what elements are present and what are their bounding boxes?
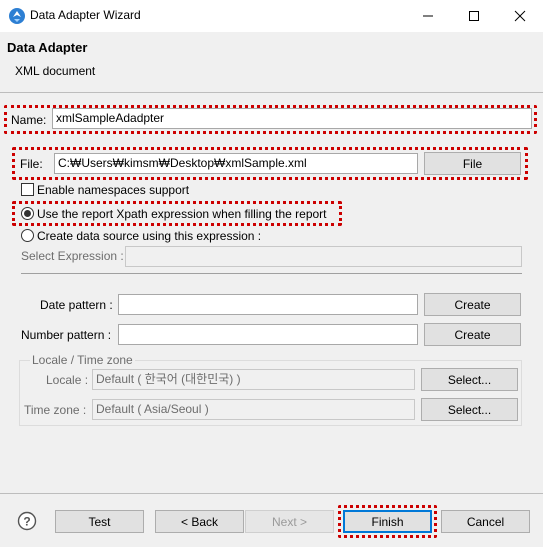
number-pattern-create-button[interactable]: Create <box>424 323 521 346</box>
app-icon <box>9 8 25 24</box>
page-title: Data Adapter <box>7 40 88 55</box>
select-expression-label: Select Expression : <box>21 249 124 263</box>
namespaces-checkbox[interactable] <box>21 183 34 196</box>
svg-text:?: ? <box>23 515 30 529</box>
maximize-button[interactable] <box>451 0 497 32</box>
number-pattern-input[interactable] <box>118 324 418 345</box>
select-expression-input[interactable] <box>125 246 522 267</box>
date-pattern-label: Date pattern : <box>40 298 113 312</box>
file-browse-button[interactable]: File <box>424 152 521 175</box>
title-bar: Data Adapter Wizard <box>0 0 543 32</box>
radio-create-expression[interactable] <box>21 229 34 242</box>
maximize-icon <box>469 11 479 21</box>
locale-group-title: Locale / Time zone <box>30 353 135 367</box>
timezone-select-button[interactable]: Select... <box>421 398 518 421</box>
name-label: Name: <box>11 113 47 127</box>
header-divider <box>0 92 543 93</box>
test-button[interactable]: Test <box>55 510 144 533</box>
cancel-button[interactable]: Cancel <box>441 510 530 533</box>
window-title: Data Adapter Wizard <box>30 8 141 22</box>
locale-label: Locale : <box>46 373 89 387</box>
section-divider <box>21 273 522 274</box>
radio-selected-dot <box>24 210 31 217</box>
radio-create-label: Create data source using this expression… <box>37 229 262 243</box>
next-button[interactable]: Next > <box>245 510 334 533</box>
help-icon[interactable]: ? <box>17 511 37 531</box>
number-pattern-label: Number pattern : <box>21 328 112 342</box>
name-input[interactable]: xmlSampleAdadpter <box>52 108 532 129</box>
finish-button[interactable]: Finish <box>343 510 432 533</box>
close-icon <box>514 10 526 22</box>
radio-report-label: Use the report Xpath expression when fil… <box>37 207 327 221</box>
timezone-input[interactable]: Default ( Asia/Seoul ) <box>92 399 415 420</box>
timezone-label: Time zone : <box>24 403 87 417</box>
close-button[interactable] <box>497 0 543 32</box>
footer-divider <box>0 493 543 494</box>
minimize-button[interactable] <box>405 0 451 32</box>
radio-report-xpath[interactable] <box>21 207 34 220</box>
back-button[interactable]: < Back <box>155 510 244 533</box>
namespaces-label: Enable namespaces support <box>37 183 190 197</box>
date-pattern-input[interactable] <box>118 294 418 315</box>
file-label: File: <box>20 157 43 171</box>
file-path-input[interactable]: C:₩Users₩kimsm₩Desktop₩xmlSample.xml <box>54 153 418 174</box>
locale-select-button[interactable]: Select... <box>421 368 518 391</box>
minimize-icon <box>423 15 433 17</box>
date-pattern-create-button[interactable]: Create <box>424 293 521 316</box>
wizard-header: Data Adapter XML document <box>0 32 543 92</box>
page-description: XML document <box>15 64 96 78</box>
locale-input[interactable]: Default ( 한국어 (대한민국) ) <box>92 369 415 390</box>
